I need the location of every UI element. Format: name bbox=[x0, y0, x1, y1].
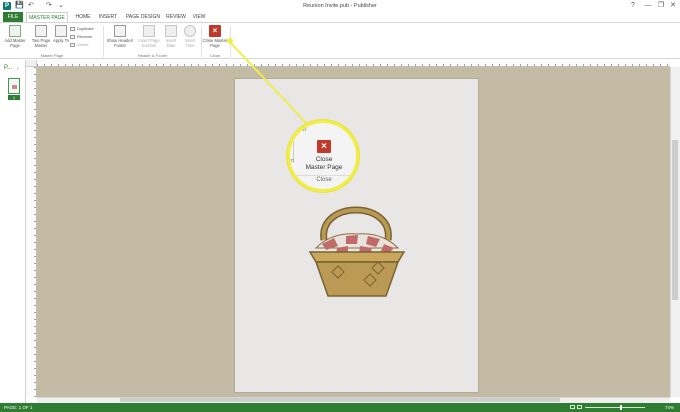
page-number-icon bbox=[143, 25, 155, 37]
duplicate-button[interactable]: Duplicate bbox=[70, 26, 94, 31]
close-master-page-button[interactable]: × Close Master Page bbox=[202, 25, 228, 48]
two-page-view-icon[interactable] bbox=[577, 405, 582, 409]
tab-review[interactable]: REVIEW bbox=[165, 12, 187, 22]
page-thumbnail[interactable] bbox=[8, 78, 20, 94]
insert-page-number-button[interactable]: Insert Page Number bbox=[137, 25, 161, 48]
minimize-button[interactable]: — bbox=[643, 0, 653, 11]
calendar-icon bbox=[165, 25, 177, 37]
show-header-footer-button[interactable]: Show Header/ Footer bbox=[105, 25, 135, 48]
rename-label: Rename bbox=[77, 34, 93, 39]
callout-group-label: Close bbox=[316, 177, 332, 183]
page-count-status[interactable]: PAGE: 1 OF 1 bbox=[4, 404, 32, 411]
title-bar: P 💾 ↶ ↷ ⌄ Reunion Invite.pub - Publisher… bbox=[0, 0, 680, 12]
insert-date-button[interactable]: Insert Date bbox=[162, 25, 180, 48]
collapse-chevron-icon[interactable]: ‹ bbox=[17, 66, 19, 72]
clock-icon bbox=[184, 25, 196, 37]
zoom-slider[interactable] bbox=[585, 407, 645, 408]
close-group-label: Close bbox=[209, 53, 221, 58]
thumbnail-basket-icon bbox=[12, 85, 17, 89]
callout-edge-text: ert e bbox=[290, 158, 294, 170]
ribbon: Add Master Page Two Page Master Apply To… bbox=[0, 22, 680, 59]
close-window-button[interactable]: ✕ bbox=[668, 0, 678, 11]
pages-pane-title: P... bbox=[4, 65, 13, 71]
insert-date-label: Insert Date bbox=[165, 38, 177, 48]
two-page-master-label: Two Page Master bbox=[31, 38, 51, 48]
callout-edge-text-top: W bbox=[302, 127, 307, 133]
delete-icon bbox=[70, 42, 75, 47]
two-page-master-button[interactable]: Two Page Master bbox=[30, 25, 52, 48]
callout-label-line1: Close bbox=[315, 156, 333, 163]
two-page-icon bbox=[35, 25, 47, 37]
window-title: Reunion Invite.pub - Publisher bbox=[303, 3, 377, 9]
rename-icon bbox=[70, 34, 75, 39]
callout-button-label: Close Master Page bbox=[294, 156, 354, 172]
tab-view[interactable]: VIEW bbox=[190, 12, 208, 22]
ruler-corner bbox=[26, 60, 37, 67]
callout-anchor-dot bbox=[227, 38, 233, 44]
duplicate-icon bbox=[70, 26, 75, 31]
zoom-level[interactable]: 74% bbox=[665, 404, 674, 411]
show-header-footer-label: Show Header/ Footer bbox=[106, 38, 134, 48]
insert-time-button[interactable]: Insert Time bbox=[181, 25, 199, 48]
header-footer-icon bbox=[114, 25, 126, 37]
pages-pane: P... ‹ 1 bbox=[0, 60, 26, 403]
delete-button[interactable]: Delete bbox=[70, 42, 89, 47]
ribbon-tabs: FILE MASTER PAGE HOME INSERT PAGE DESIGN… bbox=[0, 12, 680, 22]
tab-master-page[interactable]: MASTER PAGE bbox=[26, 12, 68, 22]
status-bar: PAGE: 1 OF 1 74% bbox=[0, 403, 680, 412]
single-page-view-icon[interactable] bbox=[570, 405, 575, 409]
rename-button[interactable]: Rename bbox=[70, 34, 92, 39]
apply-icon bbox=[55, 25, 67, 37]
add-master-page-button[interactable]: Add Master Page bbox=[2, 25, 28, 48]
duplicate-label: Duplicate bbox=[77, 26, 94, 31]
close-master-icon: × bbox=[209, 25, 221, 37]
group-separator bbox=[103, 26, 104, 57]
delete-label: Delete bbox=[77, 42, 89, 47]
tab-home[interactable]: HOME bbox=[72, 12, 94, 22]
magnified-callout: W ert e × Close Master Page Close bbox=[287, 120, 359, 192]
horizontal-ruler[interactable] bbox=[37, 60, 670, 67]
apply-to-button[interactable]: Apply To bbox=[53, 25, 69, 43]
zoom-slider-knob[interactable] bbox=[620, 405, 622, 410]
add-master-page-label: Add Master Page bbox=[4, 38, 26, 48]
page-thumbnail-number: 1 bbox=[8, 95, 20, 100]
tab-insert[interactable]: INSERT bbox=[97, 12, 119, 22]
vertical-scroll-thumb[interactable] bbox=[672, 140, 678, 300]
callout-divider bbox=[294, 175, 354, 176]
vertical-ruler[interactable] bbox=[26, 67, 37, 397]
close-master-callout-icon[interactable]: × bbox=[317, 140, 331, 153]
insert-time-label: Insert Time bbox=[184, 38, 196, 48]
help-button[interactable]: ? bbox=[628, 0, 638, 11]
horizontal-scroll-thumb[interactable] bbox=[120, 398, 560, 402]
callout-label-line2: Master Page bbox=[305, 164, 343, 171]
tab-file[interactable]: FILE bbox=[3, 12, 23, 22]
restore-button[interactable]: ❐ bbox=[656, 0, 666, 11]
picnic-basket-image[interactable] bbox=[302, 192, 412, 302]
master-page-group-label: Master Page bbox=[40, 53, 64, 58]
apply-to-label: Apply To bbox=[53, 38, 69, 43]
insert-page-number-label: Insert Page Number bbox=[138, 38, 160, 48]
add-page-icon bbox=[9, 25, 21, 37]
header-footer-group-label: Header & Footer bbox=[137, 53, 168, 58]
close-master-page-label: Close Master Page bbox=[202, 38, 228, 48]
tab-page-design[interactable]: PAGE DESIGN bbox=[124, 12, 162, 22]
